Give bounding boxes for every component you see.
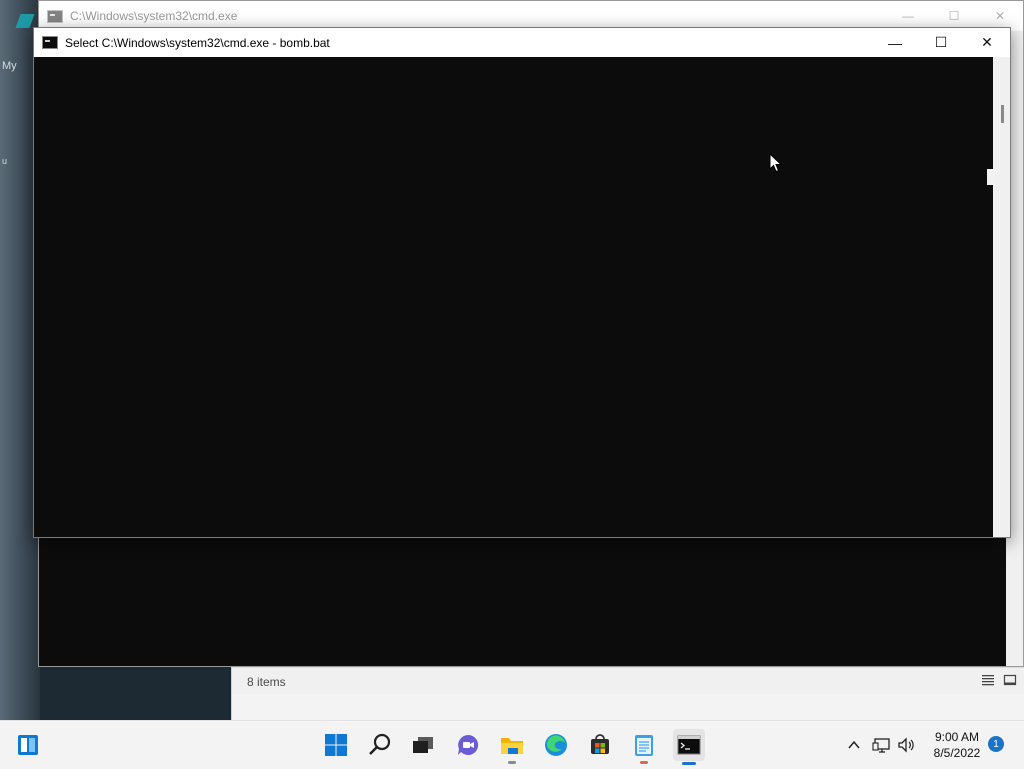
chat-icon [458, 734, 479, 755]
start-button[interactable] [321, 730, 351, 760]
search-icon [369, 733, 391, 755]
network-button[interactable] [869, 730, 895, 760]
file-explorer-icon [501, 738, 523, 754]
network-icon [872, 738, 890, 753]
running-indicator [640, 761, 648, 764]
taskbar: 9:00 AM 8/5/2022 [0, 720, 1024, 769]
edge-icon [545, 734, 567, 756]
start-icon [325, 734, 347, 756]
clock-time: 9:00 AM [934, 730, 980, 744]
search-button[interactable] [365, 730, 395, 760]
widgets-button[interactable] [13, 730, 43, 760]
file-explorer-button[interactable] [497, 730, 527, 764]
chevron-up-icon [848, 740, 860, 749]
cmd-icon [47, 9, 63, 23]
volume-button[interactable] [894, 730, 920, 760]
running-indicator [682, 762, 696, 765]
maximize-button[interactable]: ☐ [918, 28, 964, 57]
store-button[interactable] [585, 730, 615, 760]
chat-button[interactable] [453, 730, 483, 760]
window-title: C:\Windows\system32\cmd.exe [70, 9, 238, 23]
vertical-scrollbar[interactable] [993, 57, 1010, 537]
cmd-taskbar-button[interactable] [673, 729, 705, 765]
edge-button[interactable] [541, 730, 571, 760]
cmd-icon [677, 735, 701, 755]
text-cursor [987, 169, 995, 185]
store-icon [591, 734, 609, 754]
desktop-label: u [2, 156, 8, 166]
clock-date: 8/5/2022 [933, 746, 981, 760]
show-hidden-icons-button[interactable] [841, 730, 867, 760]
task-view-icon [413, 737, 433, 753]
desktop-label: My [2, 60, 17, 72]
large-icons-view-icon[interactable] [1003, 673, 1017, 687]
status-bar: 8 items [232, 667, 1024, 694]
clock[interactable]: 9:00 AM 8/5/2022 [930, 729, 984, 761]
notification-badge[interactable]: 1 [988, 736, 1004, 752]
notepad-icon [635, 735, 653, 756]
cmd-icon [42, 36, 58, 49]
title-bar[interactable]: Select C:\Windows\system32\cmd.exe - bom… [34, 28, 1010, 57]
mouse-pointer-icon [769, 153, 783, 173]
minimize-button[interactable]: — [872, 28, 918, 57]
task-view-button[interactable] [408, 730, 438, 760]
widgets-icon [18, 735, 38, 755]
cmd-window[interactable]: Select C:\Windows\system32\cmd.exe - bom… [33, 27, 1011, 538]
window-title: Select C:\Windows\system32\cmd.exe - bom… [65, 35, 330, 50]
volume-icon [898, 737, 914, 753]
notepad-button[interactable] [629, 730, 659, 764]
desktop-icon[interactable] [15, 14, 35, 28]
running-indicator [508, 761, 516, 764]
details-view-icon[interactable] [981, 673, 995, 687]
console-output[interactable] [34, 57, 994, 537]
close-button[interactable]: ✕ [964, 28, 1010, 57]
scrollbar-thumb[interactable] [1001, 105, 1004, 123]
item-count: 8 items [247, 675, 286, 689]
